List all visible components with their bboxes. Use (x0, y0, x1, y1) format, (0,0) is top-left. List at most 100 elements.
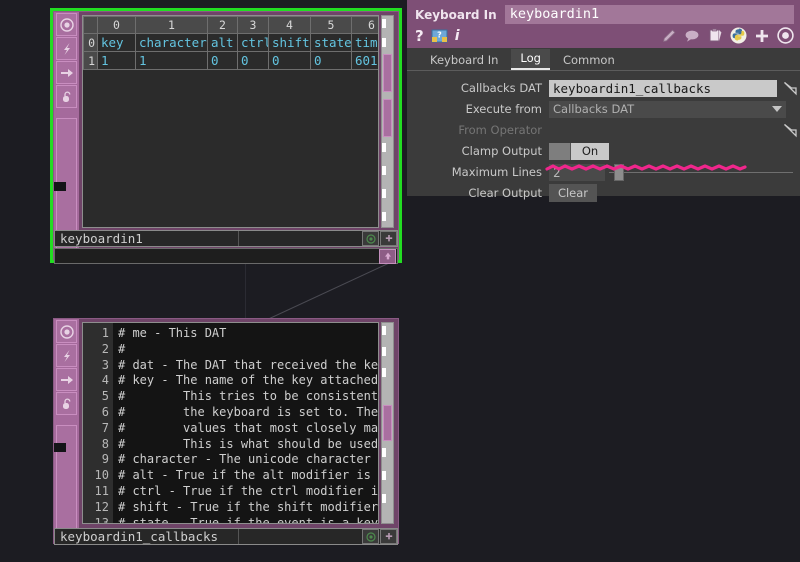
vertical-scrollbar[interactable] (381, 15, 394, 228)
clipboard-icon[interactable] (707, 28, 723, 44)
arrow-right-icon[interactable] (56, 61, 77, 84)
parameter-tabs[interactable]: Keyboard In Log Common (407, 48, 800, 71)
column-header[interactable]: 1 (135, 16, 208, 34)
tab-log[interactable]: Log (511, 49, 550, 70)
column-header[interactable]: 0 (97, 16, 136, 34)
param-row-from-operator[interactable]: From Operator (407, 120, 800, 140)
column-header[interactable]: 6 (351, 16, 378, 34)
dat-table[interactable]: 0 1 2 3 4 5 6 0 key character alt ctrl s… (83, 16, 378, 70)
scrollbar-thumb[interactable] (383, 54, 392, 92)
lock-icon[interactable] (56, 392, 77, 415)
python-icon[interactable] (730, 27, 747, 44)
rail-notch (54, 443, 66, 452)
operator-name-field[interactable]: keyboardin1 (504, 5, 794, 24)
maximum-lines-slider[interactable] (607, 163, 793, 181)
scrollbar-thumb[interactable] (383, 405, 392, 441)
column-header[interactable]: 2 (207, 16, 238, 34)
node-expand-icon[interactable] (380, 231, 397, 246)
code-gutter: 1 2 3 4 5 6 7 8 9 10 11 12 13 14 (83, 323, 113, 523)
scrollbar-tick (382, 347, 386, 356)
scrollbar-tick (382, 38, 386, 47)
table-cell[interactable]: ctrl (237, 33, 269, 52)
arrow-right-icon[interactable] (56, 368, 77, 391)
scrollbar-thumb[interactable] (383, 99, 392, 137)
clear-output-button[interactable]: Clear (549, 184, 597, 202)
table-cell[interactable]: 60172 (351, 51, 378, 70)
param-row-clear-output[interactable]: Clear Output Clear (407, 183, 800, 203)
table-cell[interactable]: 1 (135, 51, 208, 70)
column-header[interactable]: 5 (310, 16, 352, 34)
table-cell[interactable]: shift (268, 33, 311, 52)
column-header[interactable]: 4 (268, 16, 311, 34)
parameter-panel[interactable]: Keyboard In keyboardin1 ? ? i Keyboard I… (407, 0, 800, 202)
row-header[interactable]: 0 (83, 33, 98, 52)
lightning-icon[interactable] (56, 37, 77, 60)
param-row-clamp-output[interactable]: Clamp Output On (407, 141, 800, 161)
maximum-lines-input[interactable]: 2 (549, 163, 605, 181)
param-label: Callbacks DAT (460, 81, 542, 95)
expression-icon[interactable] (782, 80, 799, 97)
node-viewer-toggle-icon[interactable] (362, 529, 379, 544)
table-cell[interactable]: 0 (268, 51, 311, 70)
node-rail[interactable] (54, 12, 79, 259)
toggle-state-label: On (571, 142, 609, 160)
node-name-bar[interactable]: keyboardin1_callbacks (54, 528, 398, 545)
param-label: Maximum Lines (451, 165, 542, 179)
callbacks-dat-input[interactable]: keyboardin1_callbacks (549, 79, 777, 97)
code-text[interactable]: # me - This DAT # # dat - The DAT that r… (113, 323, 378, 523)
dat-text-viewport[interactable]: 1 2 3 4 5 6 7 8 9 10 11 12 13 14 # me - … (82, 322, 379, 524)
expression-icon[interactable] (782, 122, 799, 139)
touchdesigner-network-editor[interactable]: 0 1 2 3 4 5 6 0 key character alt ctrl s… (0, 0, 800, 562)
table-row[interactable]: 0 key character alt ctrl shift state tim… (83, 33, 378, 52)
node-expand-icon[interactable] (380, 529, 397, 544)
dat-table-viewport[interactable]: 0 1 2 3 4 5 6 0 key character alt ctrl s… (82, 15, 379, 228)
table-cell[interactable]: character (135, 33, 208, 52)
tab-keyboard-in[interactable]: Keyboard In (421, 51, 507, 70)
lightning-icon[interactable] (56, 344, 77, 367)
node-body[interactable]: 0 1 2 3 4 5 6 0 key character alt ctrl s… (53, 11, 399, 260)
lock-icon[interactable] (56, 85, 77, 108)
info-icon[interactable]: i (455, 28, 460, 44)
table-cell[interactable]: alt (207, 33, 238, 52)
node-body[interactable]: 1 2 3 4 5 6 7 8 9 10 11 12 13 14 # me - … (53, 318, 399, 544)
node-viewer-toggle-icon[interactable] (362, 231, 379, 246)
help-question-icon[interactable]: ? (415, 27, 424, 45)
pencil-icon[interactable] (661, 28, 677, 44)
scrollbar-tick (382, 166, 386, 175)
vertical-scrollbar[interactable] (381, 322, 394, 524)
table-cell[interactable]: 0 (237, 51, 269, 70)
viewer-target-icon[interactable] (56, 320, 77, 343)
table-row[interactable]: 1 1 1 0 0 0 0 60172 (83, 51, 378, 70)
comment-bubble-icon[interactable] (684, 28, 700, 44)
table-cell[interactable]: key (97, 33, 136, 52)
param-row-execute-from[interactable]: Execute from Callbacks DAT (407, 99, 800, 119)
table-cell[interactable]: time (351, 33, 378, 52)
target-icon[interactable] (777, 27, 794, 44)
row-header[interactable]: 1 (83, 51, 98, 70)
tab-common[interactable]: Common (554, 51, 624, 70)
param-row-maximum-lines[interactable]: Maximum Lines 2 (407, 162, 800, 182)
scrollbar-tick (382, 368, 386, 377)
parameter-header: Keyboard In keyboardin1 ? ? i (407, 0, 800, 48)
table-cell[interactable]: 0 (310, 51, 352, 70)
param-row-callbacks-dat[interactable]: Callbacks DAT keyboardin1_callbacks (407, 78, 800, 98)
slider-thumb[interactable] (614, 163, 624, 181)
execute-from-dropdown[interactable]: Callbacks DAT (549, 100, 786, 118)
node-footer-bar[interactable] (54, 248, 398, 264)
viewer-target-icon[interactable] (56, 13, 77, 36)
table-cell[interactable]: 1 (97, 51, 136, 70)
plus-icon[interactable] (754, 28, 770, 44)
scrollbar-tick (382, 448, 386, 457)
node-name-bar[interactable]: keyboardin1 (54, 230, 398, 247)
clamp-output-toggle[interactable]: On (549, 142, 609, 160)
help-window-icon[interactable]: ? (431, 28, 448, 44)
scrollbar-tick (382, 212, 386, 221)
node-rail[interactable] (54, 319, 79, 543)
scrollbar-tick (382, 326, 386, 335)
column-header[interactable]: 3 (237, 16, 269, 34)
node-output-flag-icon[interactable] (379, 248, 396, 264)
scrollbar-tick (382, 189, 386, 198)
table-cell[interactable]: state (310, 33, 352, 52)
param-label: Execute from (465, 102, 542, 116)
table-cell[interactable]: 0 (207, 51, 238, 70)
